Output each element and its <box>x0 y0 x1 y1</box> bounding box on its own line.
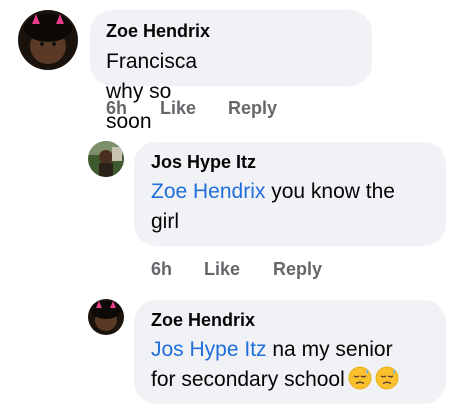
comment-actions: 6h Like Reply <box>106 98 306 122</box>
comment-text-line1: na my senior <box>266 338 393 361</box>
reply-button[interactable]: Reply <box>228 98 277 119</box>
mention-link[interactable]: Zoe Hendrix <box>151 180 265 203</box>
mention-link[interactable]: Jos Hype Itz <box>151 338 267 361</box>
avatar[interactable] <box>88 299 124 335</box>
comment-timestamp[interactable]: 6h <box>151 259 172 280</box>
comment-author[interactable]: Jos Hype Itz <box>151 152 256 173</box>
like-button[interactable]: Like <box>204 259 240 280</box>
comment-author[interactable]: Zoe Hendrix <box>106 21 210 42</box>
comment-timestamp[interactable]: 6h <box>106 98 127 119</box>
comment-author[interactable]: Zoe Hendrix <box>151 310 255 331</box>
comment-text-line2: for secondary school <box>151 368 345 391</box>
like-button[interactable]: Like <box>160 98 196 119</box>
avatar[interactable] <box>88 141 124 177</box>
reply-button[interactable]: Reply <box>273 259 322 280</box>
comment-text: Francisca why so soon <box>106 50 198 133</box>
avatar[interactable] <box>18 10 78 70</box>
comment-text: Zoe Hendrix you know the girl <box>151 177 441 237</box>
comment-text: Jos Hype Itz na my senior for secondary … <box>151 335 446 395</box>
comment-text-line2: girl <box>151 210 180 233</box>
downcast-face-with-sweat-emoji <box>375 366 399 390</box>
comment-actions: 6h Like Reply <box>151 259 351 283</box>
downcast-face-with-sweat-emoji <box>348 366 372 390</box>
comment-text-line1: you know the <box>265 180 395 203</box>
